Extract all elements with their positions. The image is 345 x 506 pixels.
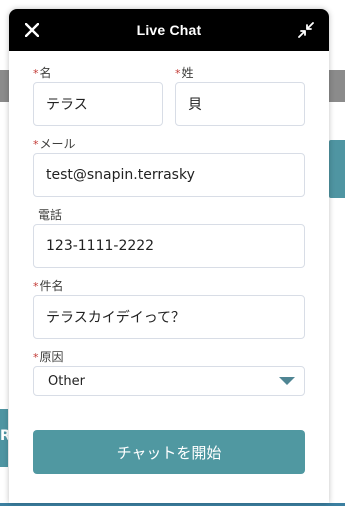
- phone-label: 電話: [33, 207, 305, 224]
- reason-selected-value: Other: [48, 373, 85, 389]
- subject-label-text: 件名: [39, 279, 64, 293]
- background-side-button: [329, 140, 345, 198]
- required-marker: *: [33, 138, 39, 151]
- prechat-form: * 名 テラス * 姓 貝 * メール test@snapin.terrasky: [9, 51, 329, 474]
- phone-field: 電話 123-1111-2222: [33, 207, 305, 268]
- email-label: * メール: [33, 136, 305, 153]
- required-marker: *: [33, 67, 39, 80]
- first-name-label: * 名: [33, 65, 163, 82]
- first-name-label-text: 名: [39, 66, 52, 80]
- start-chat-button[interactable]: チャットを開始: [33, 430, 305, 474]
- last-name-field: * 姓 貝: [175, 65, 305, 126]
- required-marker: *: [175, 67, 181, 80]
- phone-input[interactable]: 123-1111-2222: [33, 224, 305, 268]
- minimize-icon: [298, 22, 314, 38]
- last-name-input[interactable]: 貝: [175, 82, 305, 126]
- reason-select[interactable]: Other: [33, 366, 305, 396]
- phone-label-text: 電話: [38, 208, 63, 222]
- subject-field: * 件名 テラスカイデイって？: [33, 278, 305, 339]
- subject-input[interactable]: テラスカイデイって？: [33, 295, 305, 339]
- reason-label: * 原因: [33, 349, 305, 366]
- required-marker: *: [33, 280, 39, 293]
- close-button[interactable]: [22, 20, 42, 40]
- last-name-label-text: 姓: [181, 66, 194, 80]
- live-chat-panel: Live Chat * 名 テラス * 姓 貝 * メール test@snapi…: [9, 9, 329, 503]
- last-name-label: * 姓: [175, 65, 305, 82]
- first-name-field: * 名 テラス: [33, 65, 163, 126]
- reason-label-text: 原因: [39, 350, 64, 364]
- chevron-down-icon: [279, 377, 295, 385]
- name-row: * 名 テラス * 姓 貝: [33, 65, 305, 136]
- email-input[interactable]: test@snapin.terrasky: [33, 153, 305, 197]
- chat-header: Live Chat: [9, 9, 329, 51]
- minimize-button[interactable]: [296, 20, 316, 40]
- chat-title: Live Chat: [136, 22, 202, 38]
- subject-label: * 件名: [33, 278, 305, 295]
- first-name-input[interactable]: テラス: [33, 82, 163, 126]
- close-icon: [25, 23, 39, 37]
- required-marker: *: [33, 351, 39, 364]
- email-label-text: メール: [39, 137, 76, 151]
- email-field: * メール test@snapin.terrasky: [33, 136, 305, 197]
- reason-field: * 原因 Other: [33, 349, 305, 396]
